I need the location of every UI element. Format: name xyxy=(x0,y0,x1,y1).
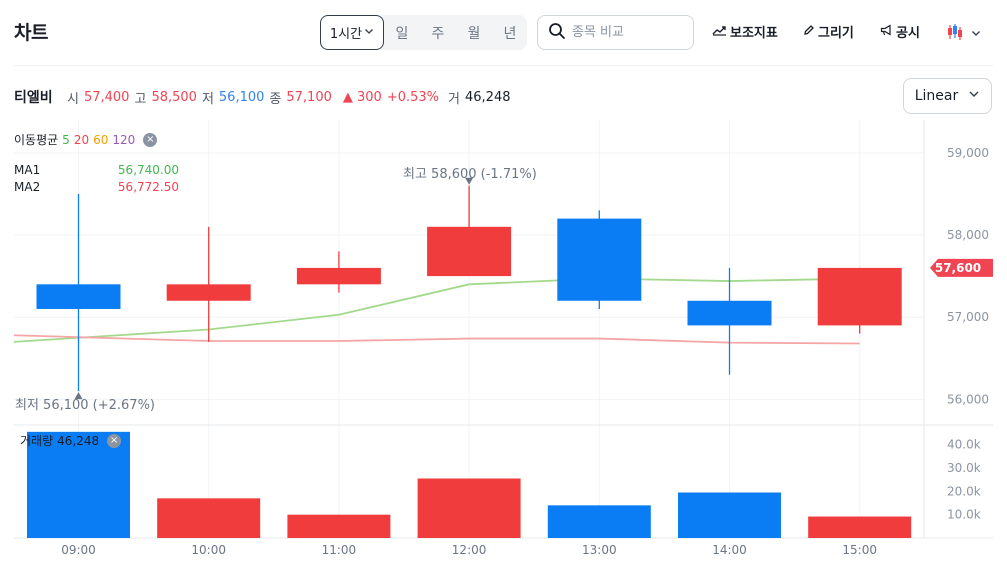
stock-info-bar: 티엘비 시 57,400 고 58,500 저 56,100 종 57,100 … xyxy=(0,78,1007,114)
volume-tick-label: 10.0k xyxy=(947,508,981,522)
ma1-label: MA1 xyxy=(14,163,41,177)
indicator-label: 보조지표 xyxy=(730,26,778,41)
y-tick-label: 58,000 xyxy=(947,228,989,242)
disclosure-label: 공시 xyxy=(896,26,920,41)
chevron-down-icon xyxy=(968,88,980,104)
volume-tick-label: 40.0k xyxy=(947,438,981,452)
x-tick-label: 14:00 xyxy=(712,543,747,557)
trend-icon xyxy=(712,24,727,40)
candle-body xyxy=(817,267,902,326)
x-tick-label: 13:00 xyxy=(582,543,617,557)
disclosure-button[interactable]: 공시 xyxy=(880,22,920,41)
volume-bar xyxy=(157,498,261,538)
high-annotation: 최고 58,600 (-1.71%) xyxy=(403,167,537,182)
volume-bar xyxy=(287,514,391,538)
low-annotation: 최저 56,100 (+2.67%) xyxy=(15,398,156,413)
high-value: 58,500 xyxy=(151,90,197,105)
y-tick-label: 57,000 xyxy=(947,310,989,324)
period-day[interactable]: 일 xyxy=(384,15,420,50)
period-selector: 1시간 일 주 월 년 xyxy=(320,15,527,50)
ma2-value: 56,772.50 xyxy=(117,180,179,194)
ma-period-60: 60 xyxy=(93,132,109,147)
search-icon xyxy=(548,22,566,44)
volume-legend-value: 46,248 xyxy=(57,433,100,448)
x-tick-label: 09:00 xyxy=(61,543,96,557)
change-percent: +0.53% xyxy=(386,90,440,105)
current-price-label: 57,600 xyxy=(935,261,981,275)
close-label: 종 xyxy=(269,92,282,107)
x-tick-label: 12:00 xyxy=(452,543,487,557)
volume-bar xyxy=(547,505,651,538)
open-label: 시 xyxy=(67,92,79,107)
candlestick-icon xyxy=(946,23,964,45)
ma2-label: MA2 xyxy=(14,180,41,194)
period-dropdown[interactable]: 1시간 xyxy=(320,15,384,50)
indicator-button[interactable]: 보조지표 xyxy=(712,22,778,41)
candle-body xyxy=(166,284,251,301)
volume-value: 46,248 xyxy=(465,90,511,105)
period-year[interactable]: 년 xyxy=(492,15,528,50)
ma-period-120: 120 xyxy=(112,132,136,147)
candle-body xyxy=(296,267,381,285)
draw-label: 그리기 xyxy=(818,26,854,41)
candle-body xyxy=(557,218,642,301)
candle-body xyxy=(687,300,772,326)
candle-body xyxy=(427,226,512,277)
y-tick-label: 59,000 xyxy=(947,146,989,160)
close-icon[interactable]: × xyxy=(107,433,122,448)
chevron-down-icon xyxy=(971,27,981,42)
chart-type-button[interactable] xyxy=(946,23,981,45)
low-value: 56,100 xyxy=(218,90,265,105)
divider xyxy=(14,65,993,66)
volume-legend-label: 거래량 xyxy=(20,434,54,448)
volume-bar xyxy=(808,516,912,538)
chart-header: 차트 1시간 일 주 월 년 보조지표 그리기 공시 xyxy=(0,0,1007,64)
period-week[interactable]: 주 xyxy=(420,15,456,50)
megaphone-icon xyxy=(880,23,893,40)
open-value: 57,400 xyxy=(83,90,130,105)
draw-button[interactable]: 그리기 xyxy=(803,22,854,41)
ma-period-5: 5 xyxy=(62,132,70,147)
pencil-icon xyxy=(803,24,815,40)
y-tick-label: 56,000 xyxy=(947,392,989,406)
period-dropdown-label: 1시간 xyxy=(329,27,363,42)
chevron-down-icon xyxy=(364,25,374,40)
x-tick-label: 11:00 xyxy=(322,543,357,557)
close-value: 57,100 xyxy=(286,90,332,105)
search-input[interactable] xyxy=(572,25,682,40)
ma-line-ma2 xyxy=(13,334,860,345)
change-value: ▲ 300 xyxy=(342,90,382,105)
high-label: 고 xyxy=(134,92,147,107)
moving-average-legend: 이동평균 5 20 60 120 × xyxy=(14,131,158,148)
x-tick-label: 15:00 xyxy=(842,543,877,557)
quote-summary: 시 57,400 고 58,500 저 56,100 종 57,100 ▲ 30… xyxy=(67,88,511,107)
ma-period-20: 20 xyxy=(73,132,90,147)
period-month[interactable]: 월 xyxy=(456,15,492,50)
ma2-row: MA2 56,772.50 xyxy=(14,180,179,194)
compare-search[interactable] xyxy=(537,15,694,50)
scale-dropdown-label: Linear xyxy=(914,88,959,104)
volume-bar xyxy=(678,492,781,538)
candle-body xyxy=(36,284,121,309)
close-icon[interactable]: × xyxy=(143,132,158,147)
volume-tick-label: 30.0k xyxy=(947,461,981,475)
ma1-row: MA1 56,740.00 xyxy=(14,163,179,177)
ma1-value: 56,740.00 xyxy=(117,163,179,177)
volume-label: 거 xyxy=(448,92,460,107)
stock-name: 티엘비 xyxy=(14,90,53,106)
scale-dropdown[interactable]: Linear xyxy=(903,78,992,114)
low-label: 저 xyxy=(201,92,214,107)
volume-legend: 거래량 46,248 × xyxy=(20,432,122,449)
ma-legend-label: 이동평균 xyxy=(14,133,59,147)
volume-bar xyxy=(417,478,521,538)
page-title: 차트 xyxy=(14,22,48,44)
volume-tick-label: 20.0k xyxy=(947,484,981,498)
x-tick-label: 10:00 xyxy=(191,543,226,557)
